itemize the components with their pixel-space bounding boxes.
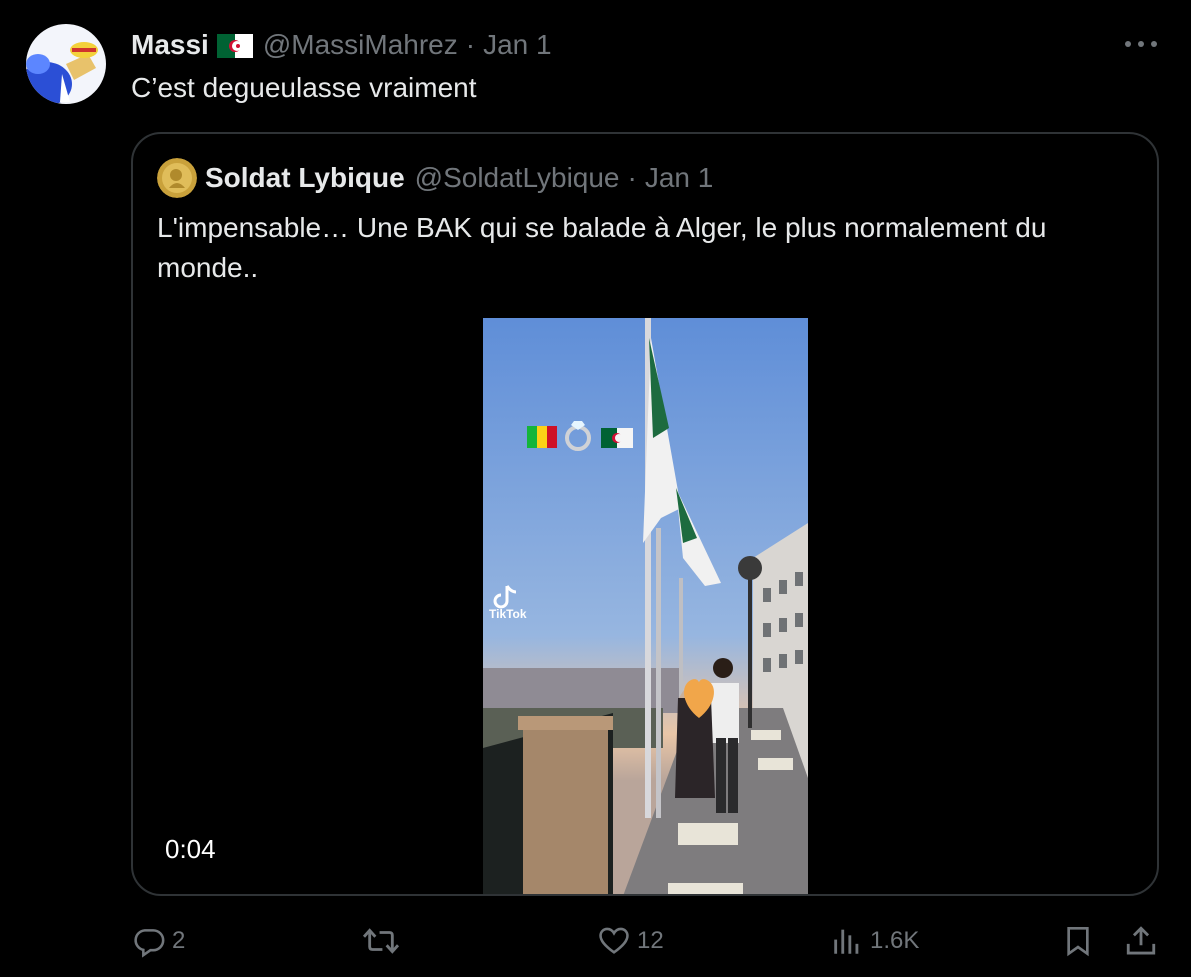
- video-thumbnail: TikTok: [483, 318, 808, 894]
- quoted-date[interactable]: Jan 1: [645, 162, 714, 194]
- retweet-button[interactable]: [361, 918, 407, 964]
- author-avatar[interactable]: [26, 24, 106, 104]
- header-separator: ·: [465, 29, 476, 60]
- views-chart-icon: [834, 929, 859, 954]
- algeria-flag-icon: [216, 33, 253, 58]
- share-button[interactable]: [1124, 918, 1158, 964]
- share-icon: [1126, 926, 1156, 955]
- quoted-avatar-coin-icon[interactable]: [157, 158, 197, 198]
- avatar-image: [26, 24, 106, 104]
- algeria-flag-small-icon: [601, 428, 633, 448]
- author-handle[interactable]: @MassiMahrez: [263, 29, 458, 61]
- tweet-text: C’est degueulasse vraiment: [131, 72, 477, 103]
- tweet-actions: 2 12 1.6K: [0, 918, 1191, 964]
- reply-count: 2: [172, 927, 186, 954]
- author-name[interactable]: Massi: [131, 29, 209, 61]
- quoted-author-handle[interactable]: @SoldatLybique: [415, 162, 620, 194]
- quoted-separator: ·: [627, 162, 637, 193]
- video-duration: 0:04: [165, 834, 216, 864]
- reply-icon: [134, 929, 165, 958]
- like-count: 12: [637, 927, 664, 954]
- quoted-author-name[interactable]: Soldat Lybique: [205, 162, 405, 194]
- tweet-header: Massi @MassiMahrez · Jan 1: [131, 28, 552, 62]
- reply-button[interactable]: 2: [132, 918, 185, 964]
- quoted-tweet[interactable]: Soldat Lybique @SoldatLybique · Jan 1 L'…: [131, 132, 1159, 896]
- heart-icon: [599, 927, 629, 954]
- video-player[interactable]: TikTok: [483, 318, 808, 894]
- more-options-icon[interactable]: [1125, 30, 1157, 58]
- bookmark-button[interactable]: [1062, 918, 1094, 964]
- tiktok-watermark: TikTok: [489, 607, 527, 621]
- quoted-header: Soldat Lybique @SoldatLybique · Jan 1: [157, 158, 713, 198]
- like-button[interactable]: 12: [597, 918, 664, 964]
- mali-flag-icon: [527, 426, 557, 448]
- retweet-icon: [362, 928, 400, 954]
- quoted-text: L'impensable… Une BAK qui se balade à Al…: [157, 212, 1047, 283]
- views-count: 1.6K: [870, 927, 920, 954]
- views-button[interactable]: 1.6K: [830, 918, 919, 964]
- tweet-date[interactable]: Jan 1: [483, 29, 552, 61]
- bookmark-icon: [1067, 927, 1089, 957]
